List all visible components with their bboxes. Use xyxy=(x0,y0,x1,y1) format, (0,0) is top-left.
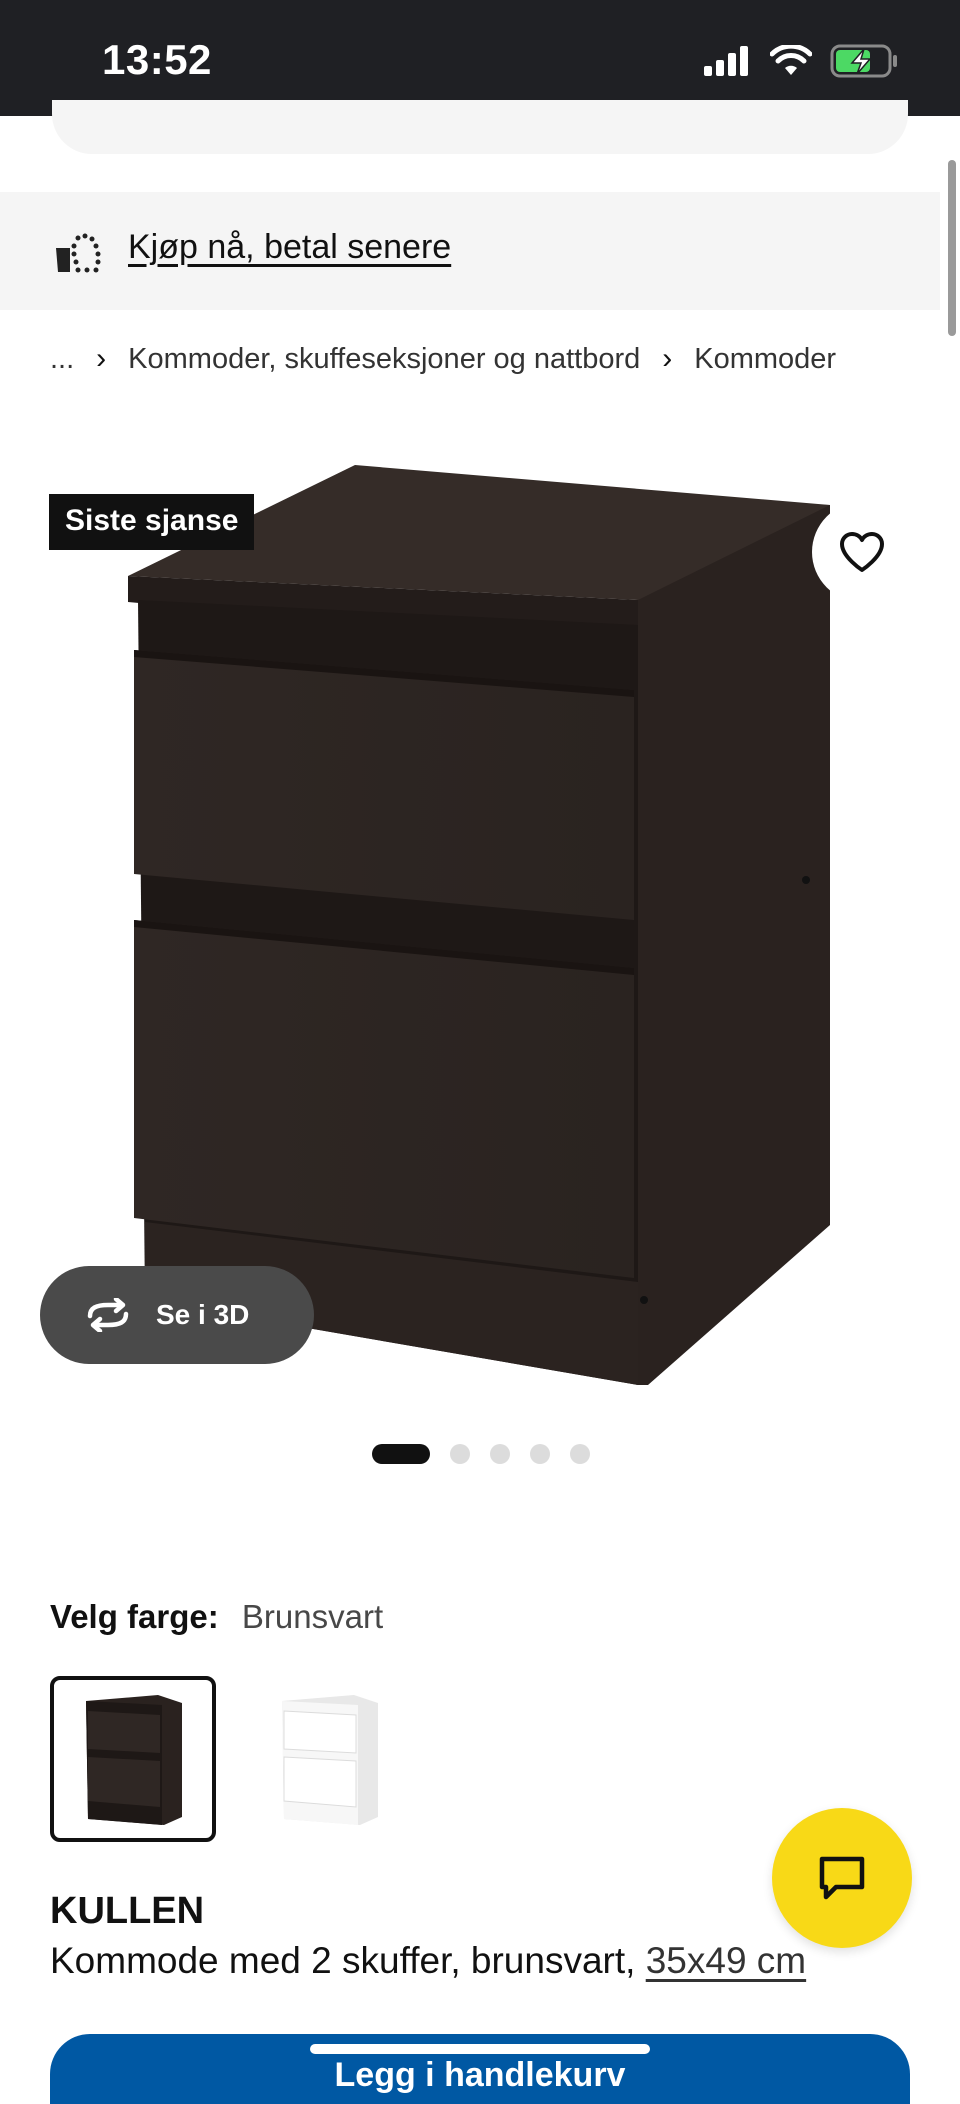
chat-icon xyxy=(819,1856,865,1900)
swatch-dresser-dark xyxy=(86,1695,182,1825)
page-scrollbar[interactable] xyxy=(948,160,956,336)
color-swatch-hvit[interactable] xyxy=(246,1676,412,1842)
carousel-dot[interactable] xyxy=(490,1444,510,1464)
breadcrumb: ... › Kommoder, skuffeseksjoner og nattb… xyxy=(50,342,836,376)
last-chance-badge: Siste sjanse xyxy=(49,494,255,550)
see-in-3d-label: Se i 3D xyxy=(156,1299,250,1330)
status-icons xyxy=(704,44,900,78)
carousel-dot[interactable] xyxy=(570,1444,590,1464)
bnpl-banner[interactable]: Kjøp nå, betal senere xyxy=(0,192,940,310)
rotate-3d-icon xyxy=(87,1298,129,1332)
wifi-icon xyxy=(770,45,812,75)
breadcrumb-item-current[interactable]: Kommoder xyxy=(694,343,836,376)
product-description-text: Kommode med 2 skuffer, brunsvart, xyxy=(50,1940,646,1981)
breadcrumb-separator: › xyxy=(96,342,107,375)
signal-icon xyxy=(704,46,748,76)
battery-charging-icon xyxy=(830,44,897,78)
color-swatch-brunsvart[interactable] xyxy=(50,1676,216,1842)
breadcrumb-separator: › xyxy=(662,342,673,375)
home-indicator[interactable] xyxy=(310,2044,650,2054)
search-bar-remnant[interactable] xyxy=(52,100,908,154)
heart-icon xyxy=(840,532,884,572)
carousel-indicator xyxy=(372,1444,590,1464)
color-selector-heading: Velg farge: Brunsvart xyxy=(50,1598,383,1636)
breadcrumb-item-category[interactable]: Kommoder, skuffeseksjoner og nattbord xyxy=(128,343,640,376)
carousel-dot[interactable] xyxy=(372,1444,430,1464)
see-in-3d-button[interactable]: Se i 3D xyxy=(40,1266,314,1364)
product-description: Kommode med 2 skuffer, brunsvart, 35x49 … xyxy=(50,1940,806,1982)
swatch-dresser-white xyxy=(282,1695,378,1825)
color-value: Brunsvart xyxy=(241,1598,384,1635)
bnpl-link[interactable]: Kjøp nå, betal senere xyxy=(128,228,451,267)
shopping-bag-icon xyxy=(56,233,101,273)
carousel-dot[interactable] xyxy=(450,1444,470,1464)
carousel-dot[interactable] xyxy=(530,1444,550,1464)
chat-button[interactable] xyxy=(772,1808,912,1948)
color-label: Velg farge: xyxy=(50,1598,219,1635)
product-image[interactable] xyxy=(0,430,960,1410)
product-size-link[interactable]: 35x49 cm xyxy=(646,1940,806,1981)
favorite-button[interactable] xyxy=(812,502,912,602)
status-bar: 13:52 xyxy=(0,0,960,116)
status-time: 13:52 xyxy=(102,36,212,83)
product-name: KULLEN xyxy=(50,1890,205,1932)
breadcrumb-ellipsis[interactable]: ... xyxy=(50,343,74,376)
